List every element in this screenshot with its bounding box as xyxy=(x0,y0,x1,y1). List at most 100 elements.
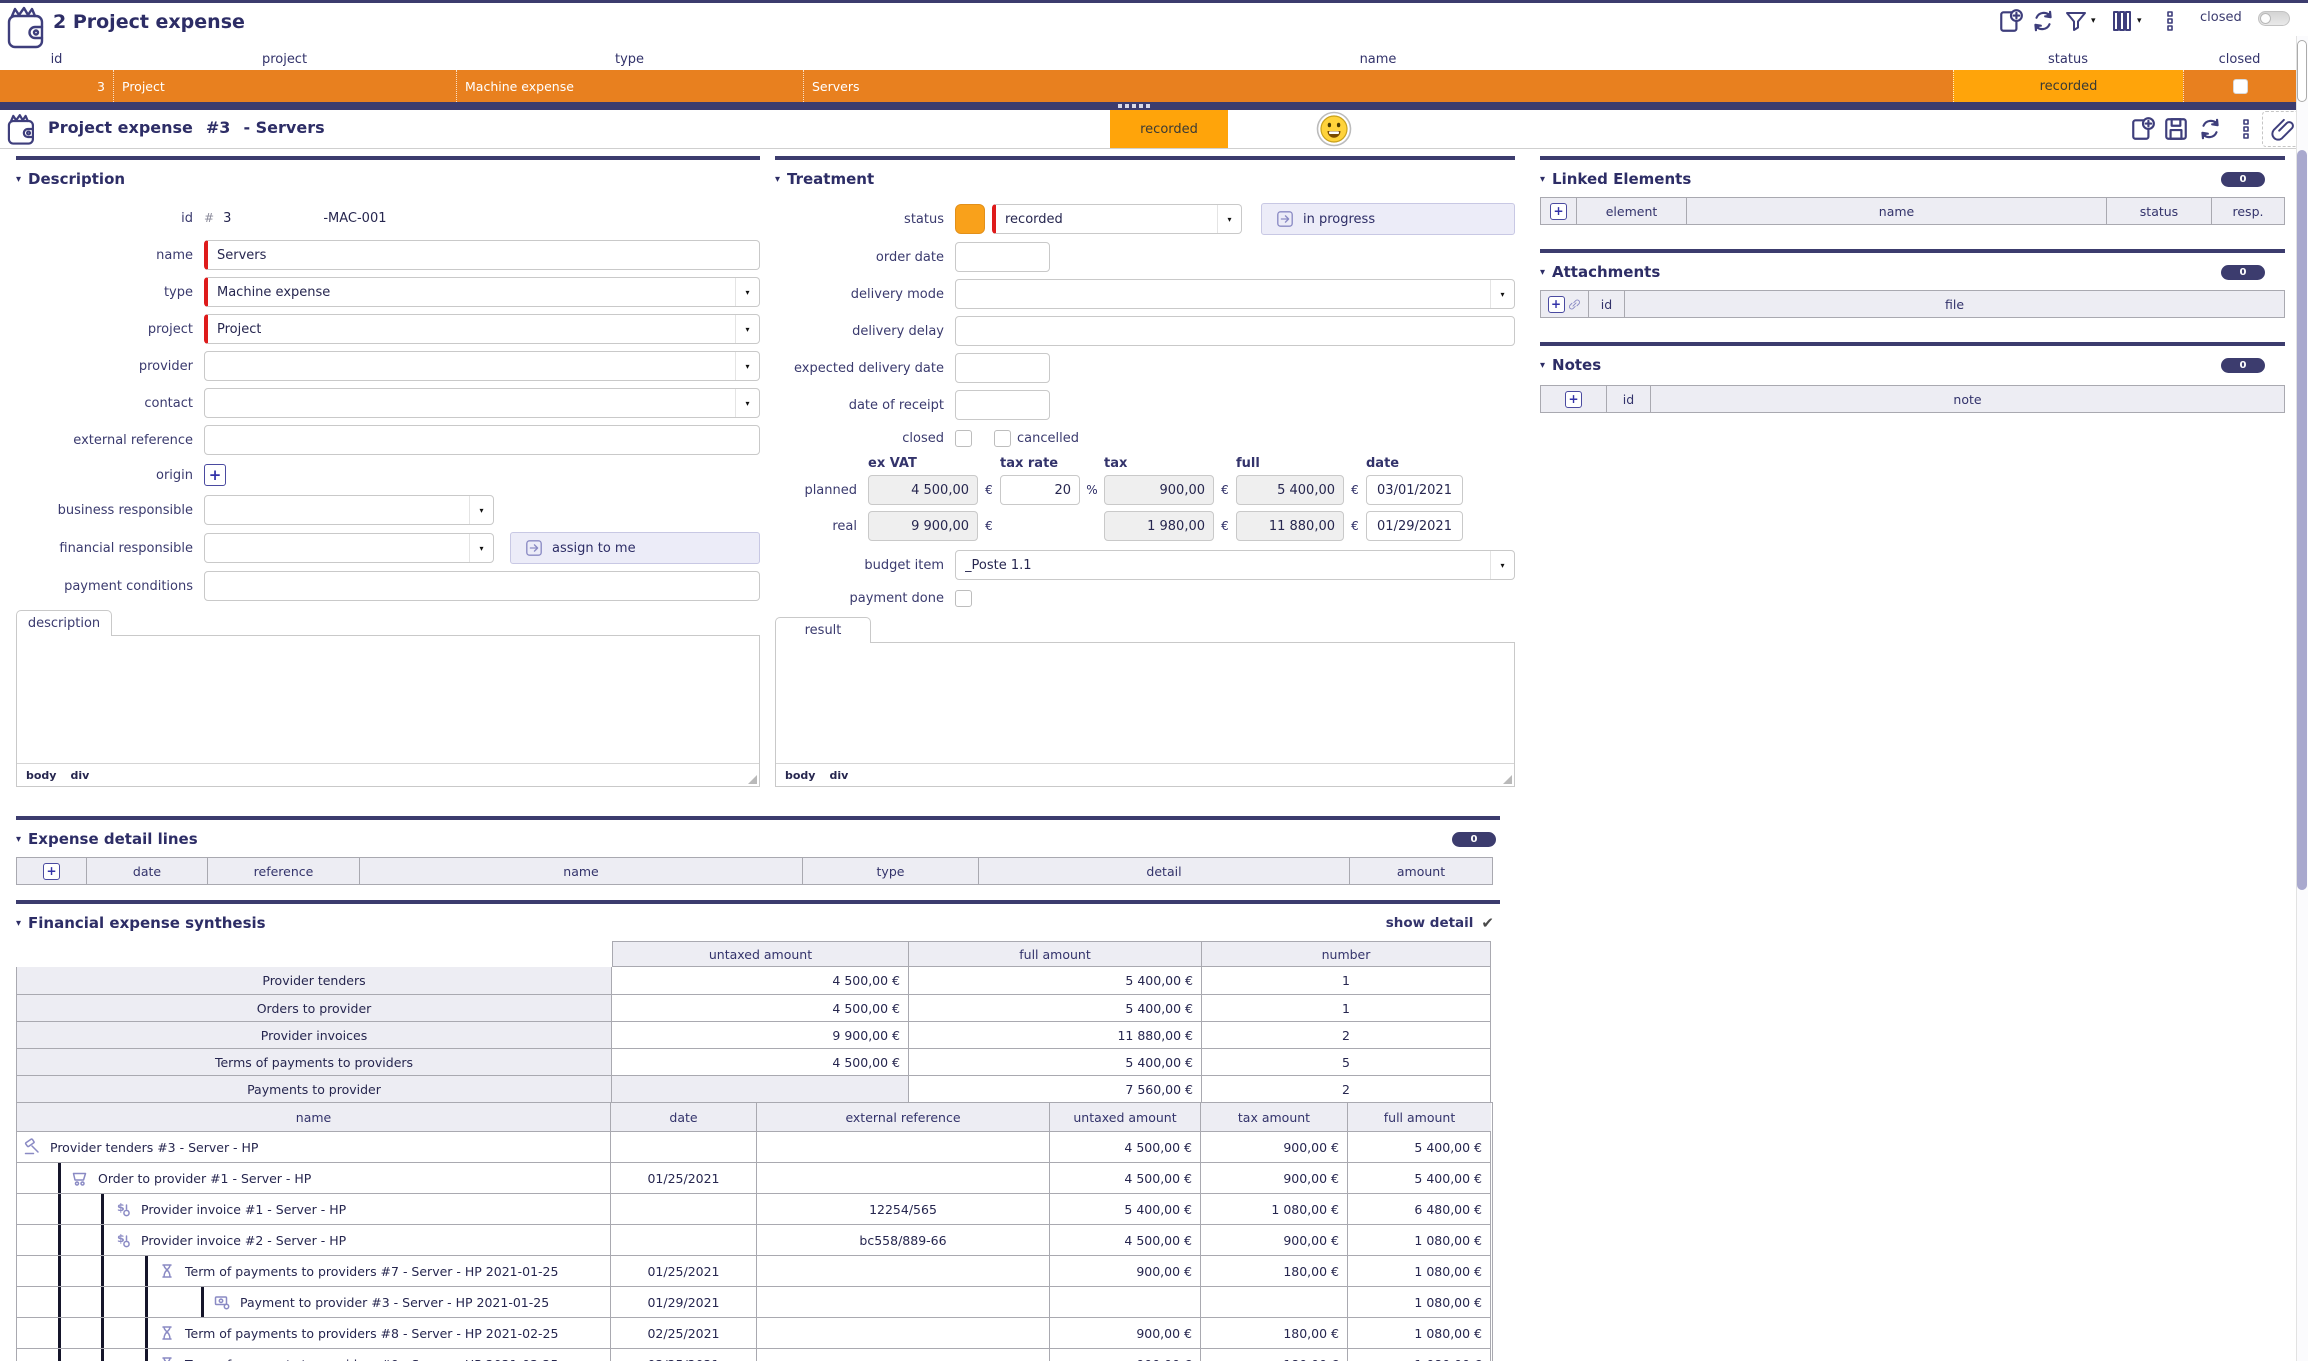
closed-filter-toggle[interactable] xyxy=(2258,11,2290,26)
delivery-delay-input[interactable] xyxy=(955,316,1515,346)
filter-caret-icon[interactable]: ▾ xyxy=(2091,16,2096,26)
result-tab[interactable]: result xyxy=(775,617,871,643)
row-closed-checkbox[interactable] xyxy=(2233,79,2248,94)
col-id[interactable]: id xyxy=(1589,291,1625,317)
col-name[interactable]: name xyxy=(360,858,803,884)
resize-handle-icon[interactable] xyxy=(748,775,757,784)
budget-item-select[interactable]: _Poste 1.1 ▾ xyxy=(955,550,1515,580)
page-scrollbar-thumb[interactable] xyxy=(2297,150,2307,890)
add-record-button[interactable] xyxy=(1998,8,2024,34)
synthesis-collapse-icon[interactable]: ▾ xyxy=(16,918,21,929)
list-col-status[interactable]: status xyxy=(1953,48,2183,70)
list-col-closed[interactable]: closed xyxy=(2183,48,2296,70)
tree-row[interactable]: $ Provider invoice #1 - Server - HP 1225… xyxy=(17,1193,1492,1224)
description-editor[interactable]: body div xyxy=(16,635,760,787)
breadcrumb-div[interactable]: div xyxy=(829,769,848,782)
treatment-collapse-icon[interactable]: ▾ xyxy=(775,174,780,185)
col-name[interactable]: name xyxy=(17,1103,611,1131)
real-date-input[interactable]: 01/29/2021 xyxy=(1366,511,1463,541)
business-responsible-caret-icon[interactable]: ▾ xyxy=(469,496,493,524)
closed-checkbox[interactable] xyxy=(955,430,972,447)
more-menu-button[interactable] xyxy=(2163,8,2177,34)
tree-row[interactable]: Order to provider #1 - Server - HP 01/25… xyxy=(17,1162,1492,1193)
breadcrumb-body[interactable]: body xyxy=(26,769,56,782)
description-collapse-icon[interactable]: ▾ xyxy=(16,174,21,185)
financial-responsible-caret-icon[interactable]: ▾ xyxy=(469,534,493,562)
contact-select[interactable]: ▾ xyxy=(204,388,760,418)
name-input[interactable]: Servers xyxy=(204,240,760,270)
provider-select[interactable]: ▾ xyxy=(204,351,760,381)
result-editor[interactable]: body div xyxy=(775,642,1515,787)
refresh-record-button[interactable] xyxy=(2197,116,2223,142)
list-col-id[interactable]: id xyxy=(0,48,113,70)
in-progress-button[interactable]: in progress xyxy=(1261,203,1515,235)
provider-caret-icon[interactable]: ▾ xyxy=(735,352,759,380)
list-scrollbar-thumb[interactable] xyxy=(2297,40,2307,102)
col-date[interactable]: date xyxy=(611,1103,757,1131)
col-element[interactable]: element xyxy=(1577,198,1687,224)
tree-row[interactable]: Term of payments to providers #7 - Serve… xyxy=(17,1255,1492,1286)
order-date-input[interactable] xyxy=(955,242,1050,272)
linked-elements-add-button[interactable]: + xyxy=(1550,203,1567,220)
tree-row[interactable]: Term of payments to providers #9 - Serve… xyxy=(17,1348,1492,1361)
resize-handle-icon[interactable] xyxy=(1503,775,1512,784)
splitter-handle-icon[interactable] xyxy=(1118,104,1150,108)
project-select[interactable]: Project ▾ xyxy=(204,314,760,344)
col-amount[interactable]: amount xyxy=(1350,858,1492,884)
tree-row[interactable]: Payment to provider #3 - Server - HP 202… xyxy=(17,1286,1492,1317)
financial-responsible-select[interactable]: ▾ xyxy=(204,533,494,563)
list-row[interactable]: 3 Project Machine expense Servers record… xyxy=(0,70,2296,102)
attachments-collapse-icon[interactable]: ▾ xyxy=(1540,267,1545,278)
planned-date-input[interactable]: 03/01/2021 xyxy=(1366,475,1463,505)
assign-to-me-button[interactable]: assign to me xyxy=(510,532,760,564)
business-responsible-select[interactable]: ▾ xyxy=(204,495,494,525)
type-caret-icon[interactable]: ▾ xyxy=(735,278,759,306)
col-name[interactable]: name xyxy=(1687,198,2107,224)
col-tax-amount[interactable]: tax amount xyxy=(1201,1103,1348,1131)
link-icon[interactable] xyxy=(1567,297,1582,312)
col-file[interactable]: file xyxy=(1625,291,2284,317)
delivery-mode-select[interactable]: ▾ xyxy=(955,279,1515,309)
list-col-name[interactable]: name xyxy=(803,48,1953,70)
status-select[interactable]: recorded ▾ xyxy=(992,204,1242,234)
budget-item-caret-icon[interactable]: ▾ xyxy=(1490,551,1514,579)
description-tab[interactable]: description xyxy=(16,610,112,636)
columns-button[interactable]: ▾ xyxy=(2110,8,2142,34)
linked-elements-collapse-icon[interactable]: ▾ xyxy=(1540,174,1545,185)
col-id[interactable]: id xyxy=(1607,386,1651,412)
save-button[interactable] xyxy=(2163,116,2189,142)
expense-lines-collapse-icon[interactable]: ▾ xyxy=(16,834,21,845)
breadcrumb-body[interactable]: body xyxy=(785,769,815,782)
cancelled-checkbox[interactable] xyxy=(994,430,1011,447)
type-select[interactable]: Machine expense ▾ xyxy=(204,277,760,307)
tree-row[interactable]: Term of payments to providers #8 - Serve… xyxy=(17,1317,1492,1348)
date-of-receipt-input[interactable] xyxy=(955,390,1050,420)
external-reference-input[interactable] xyxy=(204,425,760,455)
list-col-type[interactable]: type xyxy=(456,48,803,70)
filter-button[interactable]: ▾ xyxy=(2064,8,2096,34)
col-full-amount[interactable]: full amount xyxy=(1348,1103,1491,1131)
expected-delivery-date-input[interactable] xyxy=(955,353,1050,383)
col-reference[interactable]: reference xyxy=(208,858,360,884)
delivery-mode-caret-icon[interactable]: ▾ xyxy=(1490,280,1514,308)
notes-add-button[interactable]: + xyxy=(1565,391,1582,408)
refresh-button[interactable] xyxy=(2030,8,2056,34)
list-col-project[interactable]: project xyxy=(113,48,456,70)
tree-row[interactable]: $ Provider invoice #2 - Server - HP bc55… xyxy=(17,1224,1492,1255)
planned-tax-rate-input[interactable]: 20 xyxy=(1000,475,1080,505)
contact-caret-icon[interactable]: ▾ xyxy=(735,389,759,417)
splitter-bar[interactable] xyxy=(0,102,2308,110)
payment-done-checkbox[interactable] xyxy=(955,590,972,607)
new-record-button[interactable] xyxy=(2130,116,2156,142)
col-type[interactable]: type xyxy=(803,858,979,884)
record-more-menu-button[interactable] xyxy=(2239,116,2253,142)
expense-add-button[interactable]: + xyxy=(43,863,60,880)
show-detail-checkbox[interactable]: ✔ xyxy=(1481,914,1494,932)
tree-row[interactable]: Provider tenders #3 - Server - HP 4 500,… xyxy=(17,1131,1492,1162)
origin-add-button[interactable]: + xyxy=(204,464,226,486)
col-untaxed-amount[interactable]: untaxed amount xyxy=(1050,1103,1201,1131)
project-caret-icon[interactable]: ▾ xyxy=(735,315,759,343)
col-note[interactable]: note xyxy=(1651,386,2284,412)
attachments-add-button[interactable]: + xyxy=(1548,296,1565,313)
col-date[interactable]: date xyxy=(87,858,208,884)
